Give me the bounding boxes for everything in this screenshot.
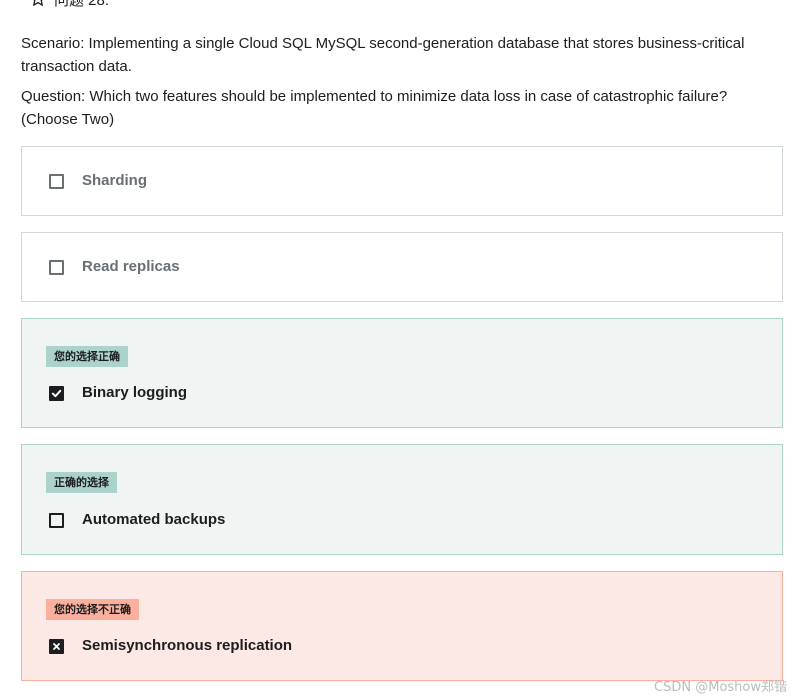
- question-text: Question: Which two features should be i…: [21, 88, 728, 128]
- question-header: 问题 28:: [30, 0, 109, 10]
- check-icon: [51, 389, 62, 398]
- answer-option-read-replicas[interactable]: Read replicas: [21, 232, 783, 302]
- question-number: 问题 28:: [54, 0, 110, 9]
- answer-label: Semisynchronous replication: [82, 637, 293, 654]
- answer-option-binary-logging[interactable]: 您的选择正确 Binary logging: [21, 318, 783, 428]
- answer-label: Sharding: [82, 172, 148, 189]
- result-badge: 您的选择不正确: [46, 599, 139, 620]
- answer-label: Binary logging: [82, 384, 187, 401]
- scenario-text: Scenario: Implementing a single Cloud SQ…: [21, 35, 745, 75]
- checkbox[interactable]: [49, 174, 64, 189]
- answer-label: Read replicas: [82, 258, 180, 275]
- x-mark-icon: [53, 643, 60, 650]
- checkbox-wrong[interactable]: [49, 639, 64, 654]
- checkbox[interactable]: [49, 513, 64, 528]
- checkbox-checked[interactable]: [49, 386, 64, 401]
- star-outline-icon[interactable]: [30, 0, 46, 7]
- answer-label: Automated backups: [82, 511, 226, 528]
- watermark: CSDN @Moshow郑锴: [654, 680, 787, 695]
- answer-option-sharding[interactable]: Sharding: [21, 146, 783, 216]
- result-badge: 您的选择正确: [46, 346, 128, 367]
- result-badge: 正确的选择: [46, 472, 117, 493]
- answer-option-semisynchronous-replication[interactable]: 您的选择不正确 Semisynchronous replication: [21, 571, 783, 681]
- answer-option-automated-backups[interactable]: 正确的选择 Automated backups: [21, 444, 783, 555]
- checkbox[interactable]: [49, 260, 64, 275]
